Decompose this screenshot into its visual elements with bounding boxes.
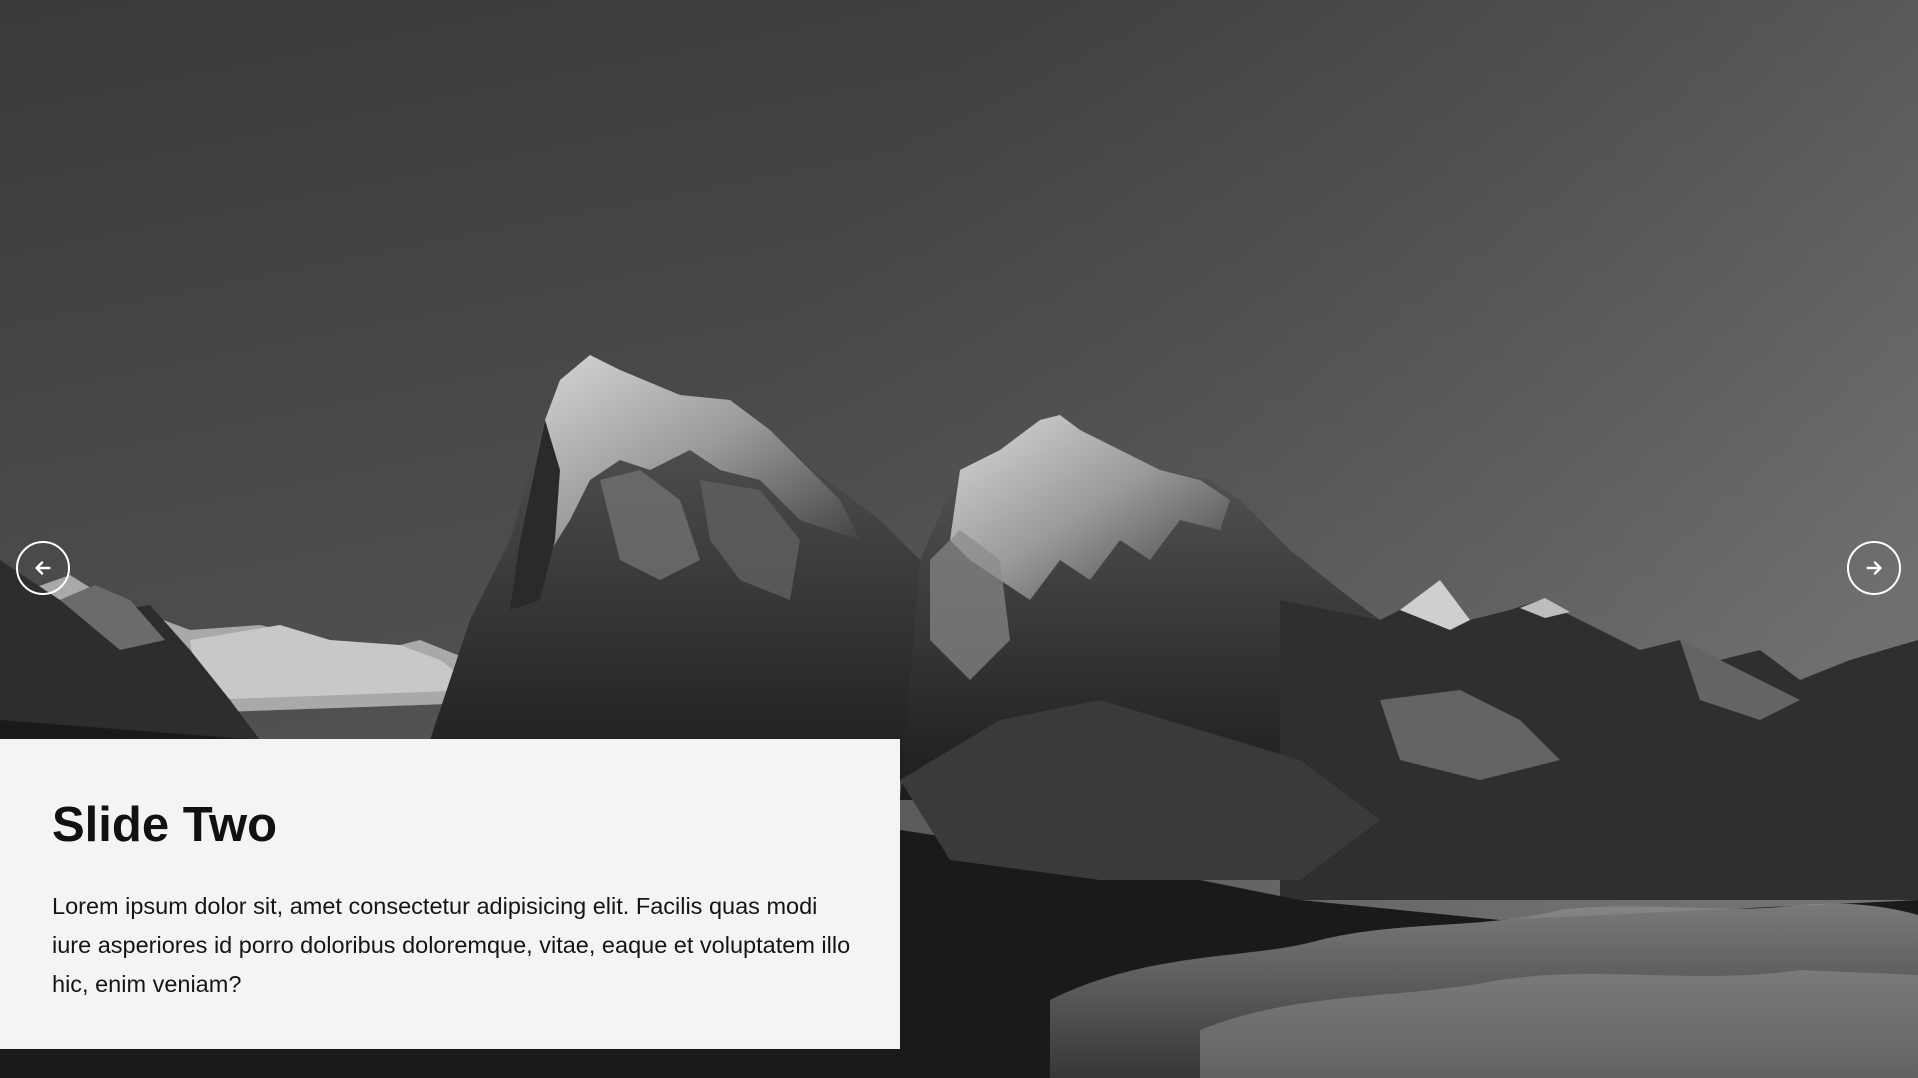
arrow-right-icon: [1866, 561, 1882, 575]
image-slider: Slide Two Lorem ipsum dolor sit, amet co…: [0, 0, 1918, 1078]
next-slide-button[interactable]: [1847, 541, 1901, 595]
slide-caption-panel: Slide Two Lorem ipsum dolor sit, amet co…: [0, 739, 900, 1049]
slide-description: Lorem ipsum dolor sit, amet consectetur …: [52, 892, 851, 997]
arrow-left-icon: [35, 561, 51, 575]
previous-slide-button[interactable]: [16, 541, 70, 595]
slide-title: Slide Two: [52, 798, 278, 852]
